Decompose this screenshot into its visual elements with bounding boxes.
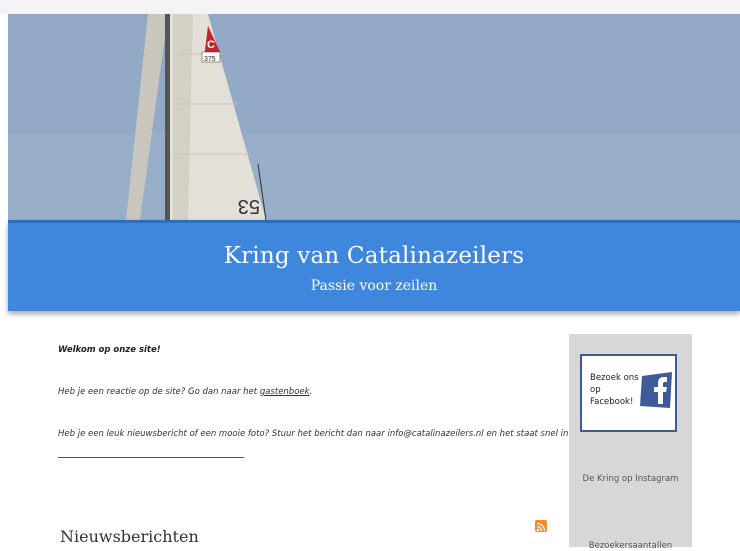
reaction-paragraph: Heb je een reactie op de site? Go dan na… xyxy=(58,387,312,397)
news-heading: Nieuwsberichten xyxy=(60,527,199,546)
reaction-prefix: Heb je een reactie op de site? Go dan na… xyxy=(58,387,260,397)
site-title[interactable]: Kring van Catalinazeilers xyxy=(8,243,740,269)
site-banner: Kring van Catalinazeilers Passie voor ze… xyxy=(8,220,740,311)
visitors-link[interactable]: Bezoekersaantallen xyxy=(569,541,692,551)
sail-class-letter: C xyxy=(207,39,215,51)
news-paragraph: Heb je een leuk nieuwsbericht of een moo… xyxy=(58,429,631,439)
main-content: Welkom op onze site! Heb je een reactie … xyxy=(58,345,630,458)
facebook-line-3: Facebook! xyxy=(590,397,634,407)
reaction-suffix: . xyxy=(309,387,313,397)
rss-icon[interactable] xyxy=(535,520,547,532)
site-tagline: Passie voor zeilen xyxy=(310,278,438,294)
top-bar xyxy=(0,0,740,14)
facebook-line-2: op xyxy=(590,385,601,395)
sidebar: Bezoek ons op Facebook! De Kring op Inst… xyxy=(569,334,692,551)
instagram-link[interactable]: De Kring op Instagram xyxy=(569,474,692,484)
header-image: C 375 53 xyxy=(8,14,740,220)
facebook-icon xyxy=(640,372,672,408)
sail-number: 53 xyxy=(238,195,260,217)
facebook-text: Bezoek ons op Facebook! xyxy=(590,372,640,408)
sail-class-number: 375 xyxy=(204,56,216,63)
content-divider xyxy=(58,457,244,458)
facebook-line-1: Bezoek ons xyxy=(590,373,639,383)
guestbook-link[interactable]: gastenboek xyxy=(260,387,310,397)
welcome-text: Welkom op onze site! xyxy=(58,345,161,355)
facebook-widget[interactable]: Bezoek ons op Facebook! xyxy=(580,354,677,432)
